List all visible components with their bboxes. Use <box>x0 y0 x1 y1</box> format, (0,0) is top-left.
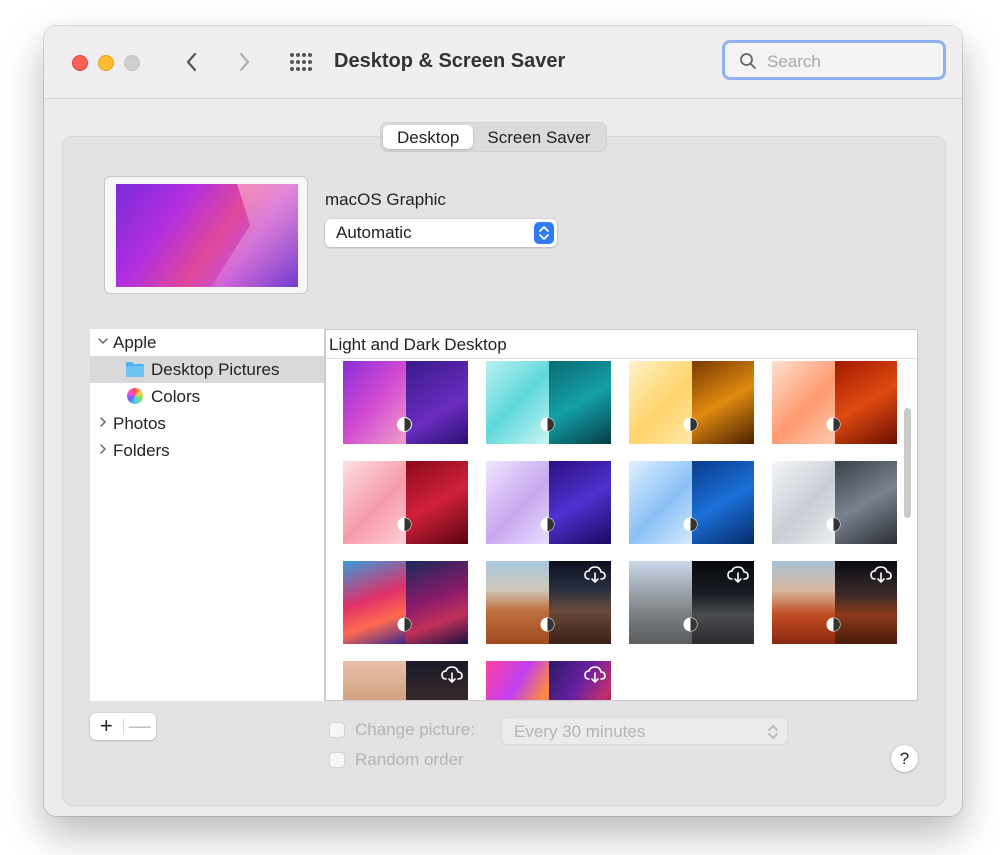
random-order-checkbox[interactable] <box>329 752 345 768</box>
wallpaper-thumbnail[interactable] <box>629 561 754 644</box>
dynamic-icon <box>826 617 841 632</box>
section-title: Light and Dark Desktop <box>329 335 507 354</box>
dynamic-icon <box>826 517 841 532</box>
wallpaper-thumbnail[interactable] <box>343 461 468 544</box>
dynamic-icon <box>397 417 412 432</box>
dynamic-icon <box>683 617 698 632</box>
wallpaper-thumbnail[interactable] <box>486 461 611 544</box>
tab-bar: Desktop Screen Saver <box>380 122 608 152</box>
search-field[interactable] <box>722 40 946 80</box>
color-wheel-icon <box>127 388 143 404</box>
wallpaper-thumbnail[interactable] <box>629 361 754 444</box>
folder-icon <box>126 362 144 377</box>
change-interval-value: Every 30 minutes <box>514 722 646 741</box>
vertical-scrollbar[interactable] <box>904 408 911 518</box>
cloud-download-icon[interactable] <box>440 664 464 684</box>
back-button[interactable] <box>180 48 204 76</box>
window-title: Desktop & Screen Saver <box>334 50 566 72</box>
add-remove-control: + — <box>90 713 156 740</box>
search-icon <box>740 53 756 69</box>
sidebar-item-label: Desktop Pictures <box>151 360 280 379</box>
wallpaper-thumbnail[interactable] <box>629 461 754 544</box>
dynamic-icon <box>540 417 555 432</box>
sidebar-item-label: Colors <box>151 387 201 406</box>
wallpaper-browser: Light and Dark Desktop <box>325 329 918 701</box>
cloud-download-icon[interactable] <box>583 564 607 584</box>
random-order-label: Random order <box>355 750 464 769</box>
change-picture-label: Change picture: <box>355 720 476 739</box>
add-folder-button[interactable]: + <box>90 713 123 740</box>
dynamic-icon <box>826 417 841 432</box>
sidebar-item-desktop-pictures[interactable]: Desktop Pictures <box>90 356 324 383</box>
title-bar: Desktop & Screen Saver <box>44 26 962 99</box>
wallpaper-thumbnail[interactable] <box>772 361 897 444</box>
change-picture-checkbox[interactable] <box>329 722 345 738</box>
grid-icon <box>290 53 312 71</box>
sidebar-item-photos[interactable]: Photos <box>90 410 324 437</box>
wallpaper-name: macOS Graphic <box>325 190 446 209</box>
dynamic-icon <box>683 417 698 432</box>
help-button[interactable]: ? <box>891 745 918 772</box>
wallpaper-thumbnail[interactable] <box>343 361 468 444</box>
dynamic-icon <box>683 517 698 532</box>
section-header: Light and Dark Desktop <box>326 330 917 359</box>
cloud-download-icon[interactable] <box>869 564 893 584</box>
wallpaper-preview <box>104 176 308 294</box>
sidebar-item-colors[interactable]: Colors <box>90 383 324 410</box>
remove-folder-button[interactable]: — <box>124 713 157 740</box>
chevron-left-icon <box>186 52 197 72</box>
appearance-mode-popup[interactable]: Automatic <box>325 219 557 247</box>
wallpaper-thumbnail[interactable] <box>486 361 611 444</box>
search-input[interactable] <box>765 49 939 75</box>
chevron-right-icon <box>239 52 250 72</box>
dynamic-icon <box>397 617 412 632</box>
tab-desktop[interactable]: Desktop <box>383 125 474 149</box>
zoom-button[interactable] <box>124 55 140 71</box>
sidebar-item-folders[interactable]: Folders <box>90 437 324 464</box>
sidebar-item-apple[interactable]: Apple <box>90 329 324 356</box>
preferences-window: Desktop & Screen Saver Desktop Screen Sa… <box>44 26 962 816</box>
popup-arrows-icon <box>768 725 778 739</box>
sidebar-item-label: Photos <box>113 414 166 433</box>
change-interval-select[interactable]: Every 30 minutes <box>501 717 788 745</box>
dynamic-icon <box>397 517 412 532</box>
dynamic-icon <box>540 617 555 632</box>
cloud-download-icon[interactable] <box>583 664 607 684</box>
wallpaper-thumbnail[interactable] <box>343 561 468 644</box>
wallpaper-preview-image <box>116 184 298 287</box>
forward-button[interactable] <box>232 48 256 76</box>
appearance-mode-value: Automatic <box>336 223 412 242</box>
close-button[interactable] <box>72 55 88 71</box>
wallpaper-thumbnail[interactable] <box>343 661 468 700</box>
cloud-download-icon[interactable] <box>726 564 750 584</box>
disclosure-collapsed-icon <box>100 417 106 427</box>
popup-arrows-icon <box>534 222 554 244</box>
wallpaper-thumbnail[interactable] <box>486 561 611 644</box>
sidebar-item-label: Apple <box>113 333 157 352</box>
disclosure-collapsed-icon <box>100 444 106 454</box>
disclosure-expanded-icon <box>98 338 108 344</box>
source-list: Apple Desktop Pictures Colors Photos Fol… <box>90 329 325 701</box>
dynamic-icon <box>540 517 555 532</box>
wallpaper-thumbnail[interactable] <box>486 661 611 700</box>
wallpaper-thumbnail[interactable] <box>772 561 897 644</box>
wallpaper-thumbnail[interactable] <box>772 461 897 544</box>
show-all-button[interactable] <box>288 50 314 76</box>
minimize-button[interactable] <box>98 55 114 71</box>
tab-screen-saver[interactable]: Screen Saver <box>473 125 604 149</box>
sidebar-item-label: Folders <box>113 441 170 460</box>
